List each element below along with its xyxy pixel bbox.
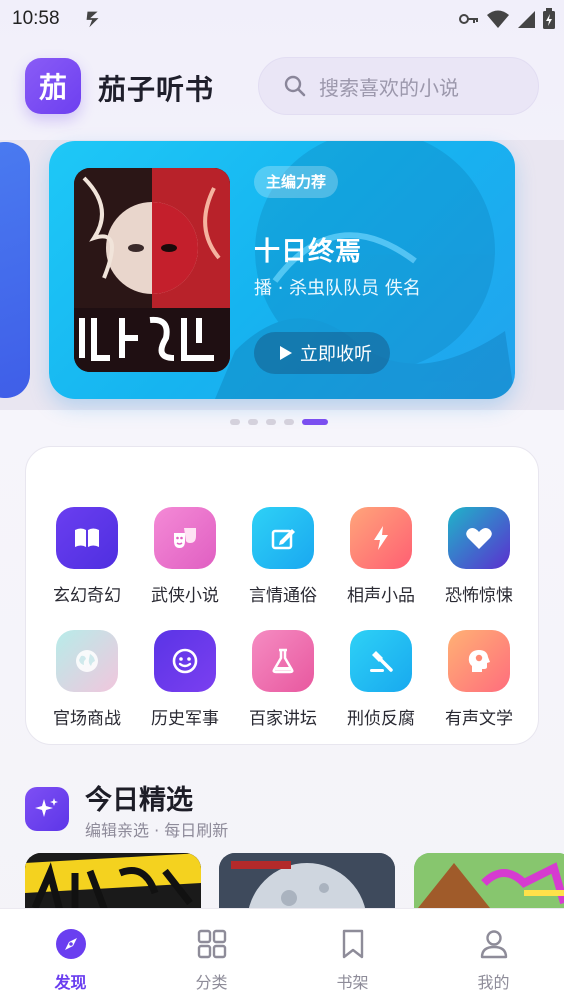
face-icon [154,630,216,692]
category-label: 玄幻奇幻 [53,586,121,606]
bottom-nav: 发现 分类 书架 我的 [0,908,564,1004]
book-meta: 播 · 杀虫队队员 佚名 [254,278,421,299]
category-panel: 玄幻奇幻 武侠小说 言情通俗 相声小品 恐怖惊悚 官场商战 历史军事 百家讲坛 … [25,446,539,745]
lightning-icon [350,507,412,569]
grid-icon [195,927,229,961]
sparkle-icon [25,787,69,831]
category-label: 百家讲坛 [249,709,317,729]
book-card[interactable] [219,853,395,913]
search-placeholder: 搜索喜欢的小说 [319,75,459,100]
nav-label: 我的 [477,973,510,992]
book-card-cover [25,853,201,913]
category-baijia[interactable]: 百家讲坛 [234,630,332,729]
book-card[interactable] [25,853,201,913]
heart-icon [448,507,510,569]
nav-bookshelf[interactable]: 书架 [282,909,423,1004]
category-label: 有声文学 [445,709,513,729]
category-kongbu[interactable]: 恐怖惊悚 [430,507,528,606]
book-card-cover [219,853,395,913]
carousel-dot[interactable] [248,419,258,425]
book-card[interactable] [414,853,564,913]
user-icon [477,927,511,961]
battery-icon [543,8,555,29]
search-input[interactable]: 搜索喜欢的小说 [258,57,539,115]
section-subtitle: 编辑亲选 · 每日刷新 [85,821,229,840]
previous-slide[interactable] [0,142,30,398]
category-label: 言情通俗 [249,586,317,606]
book-card-cover [414,853,564,913]
banner-carousel[interactable]: 主编力荐 十日终焉 播 · 杀虫队队员 佚名 立即收听 [0,140,564,410]
bookmark-icon [336,927,370,961]
category-label: 恐怖惊悚 [445,586,513,606]
compass-icon [54,927,88,961]
app-name: 茄子听书 [98,73,215,106]
carousel-dot[interactable] [284,419,294,425]
category-yousheng[interactable]: 有声文学 [430,630,528,729]
nav-label: 书架 [336,973,369,992]
featured-slide[interactable]: 主编力荐 十日终焉 播 · 杀虫队队员 佚名 立即收听 [49,141,515,399]
key-icon [459,14,478,24]
category-label: 历史军事 [151,709,219,729]
editor-pick-badge: 主编力荐 [254,166,339,198]
carousel-indicator [230,419,328,425]
wifi-icon [487,10,509,28]
status-bar: 10:58 [0,0,564,40]
category-label: 武侠小说 [151,586,219,606]
listen-now-label: 立即收听 [300,344,372,365]
nav-discover[interactable]: 发现 [0,909,141,1004]
edit-icon [252,507,314,569]
carousel-dot[interactable] [230,419,240,425]
status-icons [458,8,556,30]
category-label: 官场商战 [53,709,121,729]
lightning-status-icon [86,11,99,28]
category-xiangsheng[interactable]: 相声小品 [332,507,430,606]
masks-icon [154,507,216,569]
category-grid: 玄幻奇幻 武侠小说 言情通俗 相声小品 恐怖惊悚 官场商战 历史军事 百家讲坛 … [38,507,528,729]
listen-now-button[interactable]: 立即收听 [254,332,390,374]
category-yanqing[interactable]: 言情通俗 [234,507,332,606]
search-icon [284,75,306,97]
head-idea-icon [448,630,510,692]
carousel-dot-active[interactable] [302,419,328,425]
category-lishi[interactable]: 历史军事 [136,630,234,729]
nav-label: 发现 [54,973,87,992]
flask-icon [252,630,314,692]
category-wuxia[interactable]: 武侠小说 [136,507,234,606]
book-cover[interactable] [74,168,230,372]
book-title[interactable]: 十日终焉 [254,231,362,268]
category-label: 刑侦反腐 [347,709,415,729]
category-label: 相声小品 [347,586,415,606]
category-xingzhen[interactable]: 刑侦反腐 [332,630,430,729]
carousel-dot[interactable] [266,419,276,425]
app-logo: 茄 [25,58,81,114]
status-time: 10:58 [12,8,60,29]
signal-icon [518,11,535,28]
gavel-icon [350,630,412,692]
book-open-icon [56,507,118,569]
category-guanchang[interactable]: 官场商战 [38,630,136,729]
book-cover-art [74,168,230,372]
category-xuanhuan[interactable]: 玄幻奇幻 [38,507,136,606]
globe-icon [56,630,118,692]
nav-label: 分类 [195,973,228,992]
section-title: 今日精选 [85,785,193,816]
nav-categories[interactable]: 分类 [141,909,282,1004]
play-icon [280,346,292,360]
nav-profile[interactable]: 我的 [423,909,564,1004]
